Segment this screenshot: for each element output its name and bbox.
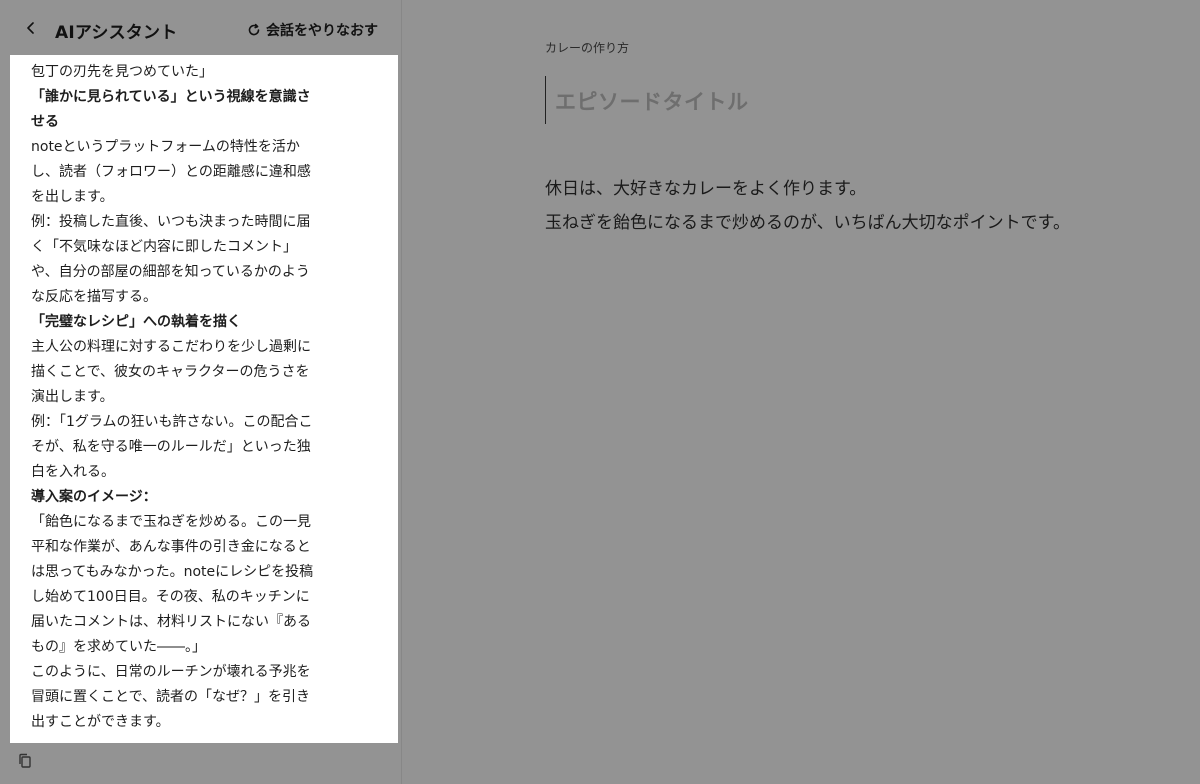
message-text-line: そが、私を守る唯一のルールだ」といった独 bbox=[31, 439, 311, 455]
message-text-line: 例：「1グラムの狂いも許さない。この配合こ bbox=[31, 414, 313, 430]
message-text-line: な反応を描写する。 bbox=[31, 289, 157, 305]
message-text-line: 描くことで、彼女のキャラクターの危うさを bbox=[31, 364, 310, 380]
message-text-line: 主人公の料理に対するこだわりを少し過剰に bbox=[31, 339, 311, 355]
reset-conversation-label: 会話をやりなおす bbox=[266, 23, 378, 39]
message-text-line: 演出します。 bbox=[31, 389, 114, 405]
panel-title: AIアシスタント bbox=[55, 23, 178, 43]
message-text-line: もの』を求めていた――。」 bbox=[31, 639, 206, 655]
message-text-line: noteというプラットフォームの特性を活か bbox=[31, 139, 300, 155]
episode-title-field[interactable]: エピソードタイトル bbox=[545, 76, 1105, 124]
copy-icon bbox=[19, 753, 31, 768]
editor-area: カレーの作り方 エピソードタイトル 休日は、大好きなカレーをよく作ります。 玉ね… bbox=[403, 0, 1200, 784]
message-text-line: は思ってもみなかった。noteにレシピを投稿 bbox=[31, 564, 314, 580]
editor-body[interactable]: 休日は、大好きなカレーをよく作ります。 玉ねぎを飴色になるまで炒めるのが、いちば… bbox=[545, 172, 1070, 240]
back-button[interactable] bbox=[22, 19, 40, 37]
message-heading-line: せる bbox=[31, 114, 59, 130]
assistant-message: 包丁の刃先を見つめていた」「誰かに見られている」という視線を意識さ せる noteと… bbox=[10, 55, 398, 743]
panel-header: AIアシスタント 会話をやりなおす bbox=[0, 0, 402, 56]
ai-assistant-panel: AIアシスタント 会話をやりなおす 包丁の刃先を見つめていた」「誰かに見られてい… bbox=[0, 0, 402, 784]
episode-title-placeholder: エピソードタイトル bbox=[555, 90, 749, 114]
message-text-line: し始めて100日目。その夜、私のキッチンに bbox=[31, 589, 310, 605]
message-text-line: 冒頭に置くことで、読者の「なぜ？」を引き bbox=[31, 689, 311, 705]
message-text-line: 「飴色になるまで玉ねぎを炒める。この一見 bbox=[31, 514, 311, 530]
message-text-line: を出します。 bbox=[31, 189, 114, 205]
reset-conversation-button[interactable]: 会話をやりなおす bbox=[247, 20, 378, 40]
body-paragraph: 休日は、大好きなカレーをよく作ります。 bbox=[545, 179, 867, 199]
breadcrumb: カレーの作り方 bbox=[545, 41, 630, 55]
message-text-line: 出すことができます。 bbox=[31, 714, 170, 730]
message-text-line: 包丁の刃先を見つめていた」 bbox=[31, 64, 213, 80]
message-text-line: く「不気味なほど内容に即したコメント」 bbox=[31, 239, 297, 255]
message-text-line: や、自分の部屋の細部を知っているかのよう bbox=[31, 264, 310, 280]
message-text-line: 届いたコメントは、材料リストにない『ある bbox=[31, 614, 311, 630]
copy-button[interactable] bbox=[16, 752, 34, 770]
body-paragraph: 玉ねぎを飴色になるまで炒めるのが、いちばん大切なポイントです。 bbox=[545, 213, 1070, 233]
message-heading-line: 導入案のイメージ： bbox=[31, 489, 157, 505]
message-text-line: 白を入れる。 bbox=[31, 464, 115, 480]
chevron-left-icon bbox=[27, 22, 34, 34]
message-text-line: このように、日常のルーチンが壊れる予兆を bbox=[31, 664, 311, 680]
message-heading-line: 「誰かに見られている」という視線を意識さ bbox=[31, 89, 311, 105]
message-heading-line: 「完璧なレシピ」への執着を描く bbox=[31, 314, 241, 330]
message-text-line: 平和な作業が、あんな事件の引き金になると bbox=[31, 539, 311, 555]
message-text-line: 例：投稿した直後、いつも決まった時間に届 bbox=[31, 214, 311, 230]
refresh-icon bbox=[248, 23, 260, 36]
message-text-line: し、読者（フォロワー）との距離感に違和感 bbox=[31, 164, 311, 180]
